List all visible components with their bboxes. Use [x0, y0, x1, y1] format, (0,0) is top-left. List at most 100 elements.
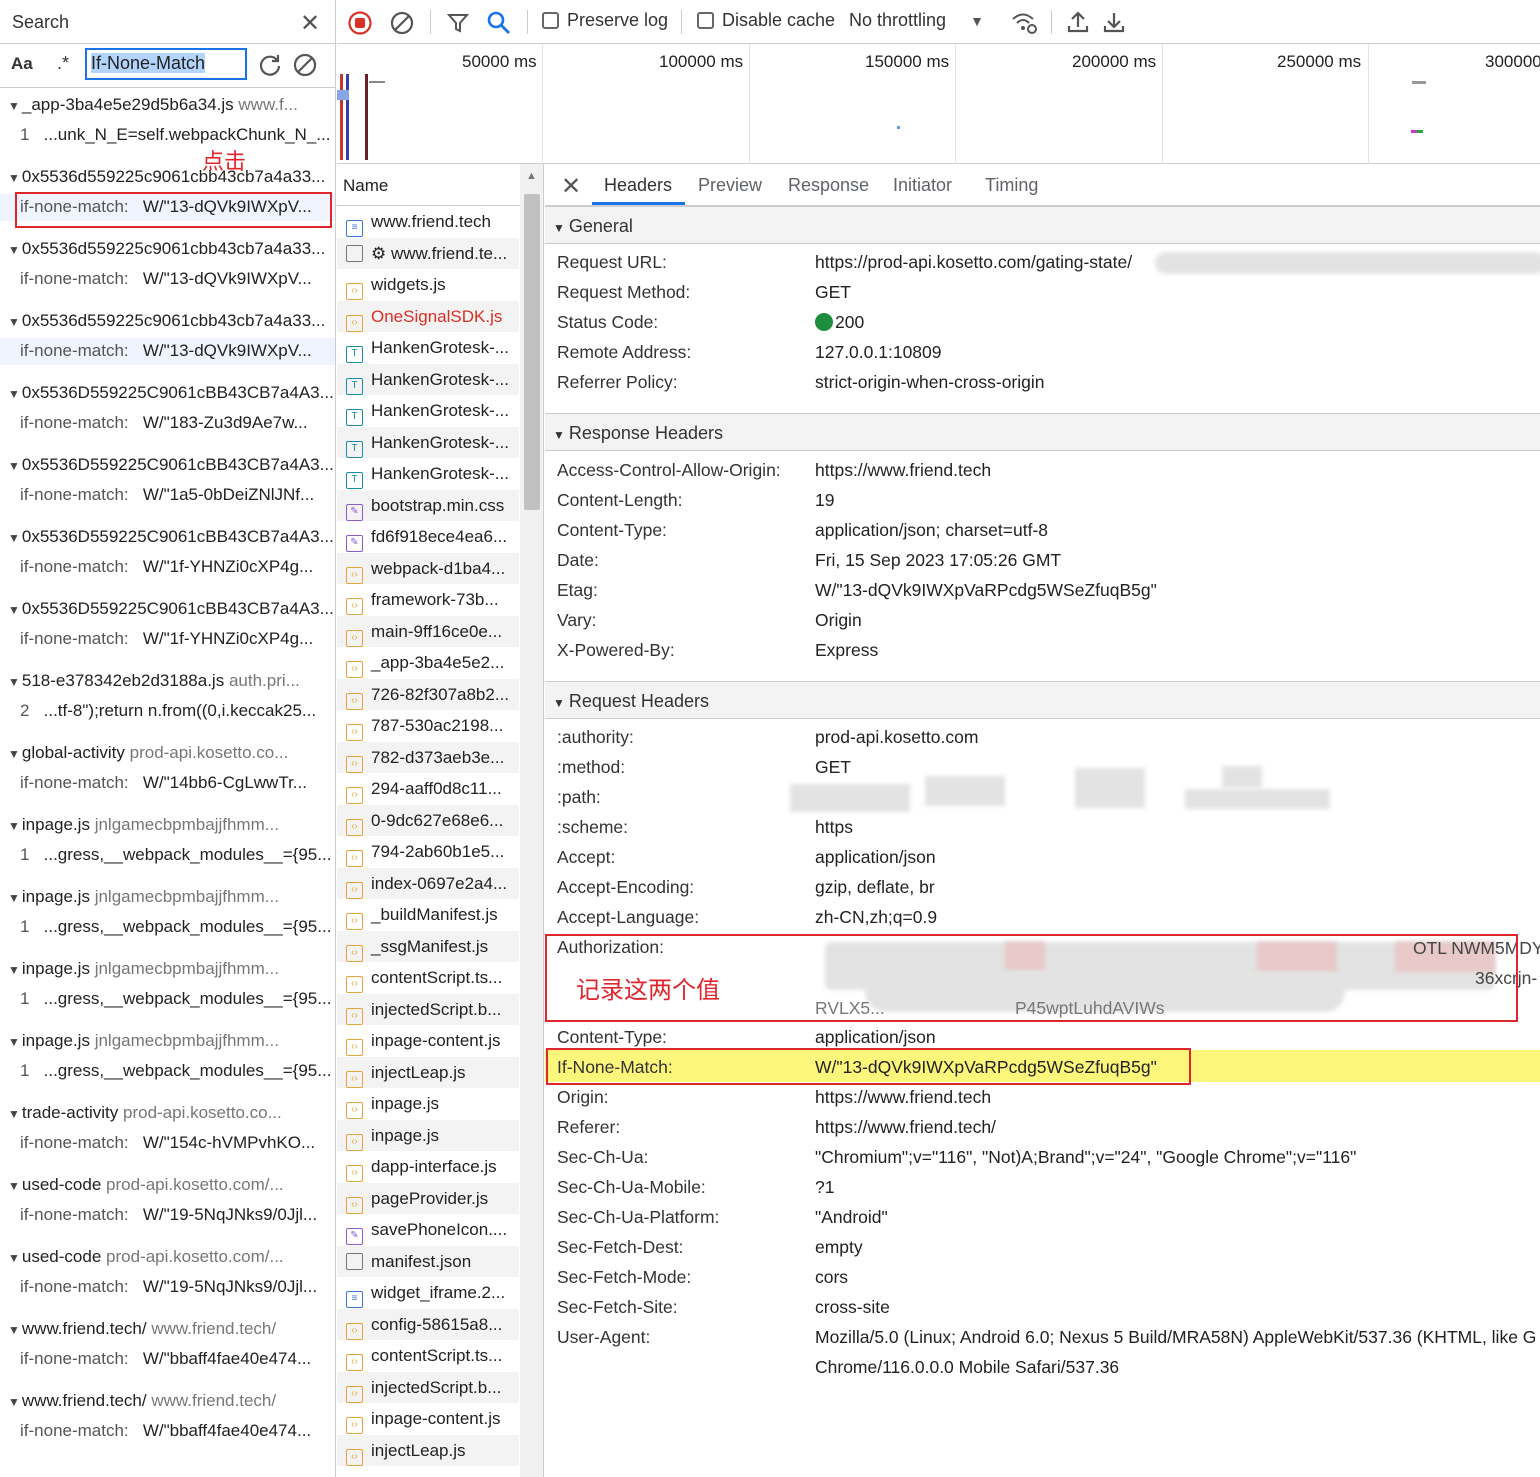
request-row[interactable]: T HankenGrotesk-... — [337, 395, 519, 427]
search-result-file[interactable]: ▼ _app-3ba4e5e29d5b6a34.js www.f... — [8, 95, 334, 115]
search-result-file[interactable]: ▼ inpage.js jnlgamecbpmbajjfhmm... — [8, 1031, 334, 1051]
request-row[interactable]: ‹› webpack-d1ba4... — [337, 552, 519, 584]
refresh-icon[interactable] — [257, 52, 283, 83]
request-row[interactable]: ‹› config-58615a8... — [337, 1308, 519, 1340]
header-value[interactable]: W/"13-dQVk9IWXpVaRPcdg5WSeZfuqB5g" — [815, 580, 1157, 601]
header-value[interactable]: https://www.friend.tech/ — [815, 1117, 996, 1138]
network-conditions-icon[interactable] — [1010, 10, 1038, 41]
request-row[interactable]: ‹› contentScript.ts... — [337, 962, 519, 994]
header-value[interactable]: https — [815, 817, 853, 838]
search-result-file[interactable]: ▼ inpage.js jnlgamecbpmbajjfhmm... — [8, 959, 334, 979]
import-har-icon[interactable] — [1066, 9, 1090, 40]
header-value[interactable]: ?1 — [815, 1177, 834, 1198]
request-row[interactable]: ‹› inpage-content.js — [337, 1025, 519, 1057]
search-result-file[interactable]: ▼ 0x5536D559225C9061cBB43CB7a4A3... — [8, 599, 334, 619]
header-value[interactable]: application/json — [815, 1027, 936, 1048]
header-value[interactable]: gzip, deflate, br — [815, 877, 935, 898]
search-result-file[interactable]: ▼ inpage.js jnlgamecbpmbajjfhmm... — [8, 815, 334, 835]
search-result-file[interactable]: ▼ 0x5536D559225C9061cBB43CB7a4A3... — [8, 527, 334, 547]
request-row[interactable]: ‹› _app-3ba4e5e2... — [337, 647, 519, 679]
header-value[interactable]: "Chromium";v="116", "Not)A;Brand";v="24"… — [815, 1147, 1356, 1168]
preserve-log-checkbox[interactable]: Preserve log — [542, 10, 668, 31]
response-headers-section-header[interactable]: ▼ Response Headers — [545, 413, 1540, 451]
scroll-up-icon[interactable]: ▲ — [526, 170, 537, 182]
clear-log-icon[interactable] — [389, 10, 415, 41]
request-row[interactable]: ‹› framework-73b... — [337, 584, 519, 616]
search-result-file[interactable]: ▼ inpage.js jnlgamecbpmbajjfhmm... — [8, 887, 334, 907]
request-row[interactable]: ‹› main-9ff16ce0e... — [337, 615, 519, 647]
header-value[interactable]: Mozilla/5.0 (Linux; Android 6.0; Nexus 5… — [815, 1327, 1536, 1348]
search-result-line[interactable]: if-none-match: W/"19-5NqJNks9/0Jjl... — [0, 1202, 335, 1229]
request-row[interactable]: ✎ fd6f918ece4ea6... — [337, 521, 519, 553]
request-row[interactable]: ‹› injectLeap.js — [337, 1056, 519, 1088]
request-row[interactable]: ‹› 794-2ab60b1e5... — [337, 836, 519, 868]
request-row[interactable]: T HankenGrotesk-... — [337, 363, 519, 395]
search-input[interactable]: If-None-Match — [85, 48, 247, 80]
request-row[interactable]: ⚙ www.friend.te... — [337, 237, 519, 269]
search-result-line[interactable]: if-none-match: W/"154c-hVMPvhKO... — [0, 1130, 335, 1157]
request-row[interactable]: ‹› pageProvider.js — [337, 1182, 519, 1214]
search-result-line[interactable]: 1 ...gress,__webpack_modules__={95... — [0, 1058, 335, 1085]
search-result-file[interactable]: ▼ 0x5536D559225C9061cBB43CB7a4A3... — [8, 383, 334, 403]
search-result-file[interactable]: ▼ trade-activity prod-api.kosetto.co... — [8, 1103, 334, 1123]
request-row[interactable]: ‹› inpage-content.js — [337, 1403, 519, 1435]
request-row[interactable]: ‹› widgets.js — [337, 269, 519, 301]
request-row[interactable]: ≡ widget_iframe.2... — [337, 1277, 519, 1309]
header-value[interactable]: cors — [815, 1267, 848, 1288]
search-result-line[interactable]: if-none-match: W/"13-dQVk9IWXpV... — [0, 266, 335, 293]
search-result-file[interactable]: ▼ 0x5536d559225c9061cbb43cb7a4a33... — [8, 239, 334, 259]
header-value[interactable]: 19 — [815, 490, 834, 511]
header-value[interactable]: https://www.friend.tech — [815, 1087, 991, 1108]
search-result-file[interactable]: ▼ global-activity prod-api.kosetto.co... — [8, 743, 334, 763]
search-result-file[interactable]: ▼ used-code prod-api.kosetto.com/... — [8, 1247, 334, 1267]
search-icon[interactable] — [485, 9, 513, 42]
header-value[interactable]: 127.0.0.1:10809 — [815, 342, 942, 363]
search-result-line[interactable]: if-none-match: W/"bbaff4fae40e474... — [0, 1346, 335, 1373]
search-result-line[interactable]: if-none-match: W/"13-dQVk9IWXpV... — [0, 338, 335, 365]
header-value[interactable]: Fri, 15 Sep 2023 17:05:26 GMT — [815, 550, 1061, 571]
request-row[interactable]: ‹› 294-aaff0d8c11... — [337, 773, 519, 805]
name-column-header[interactable]: Name — [337, 164, 520, 206]
request-row[interactable]: ≡ www.friend.tech — [337, 206, 519, 238]
header-value[interactable]: 200 — [815, 312, 864, 333]
request-row[interactable]: ‹› OneSignalSDK.js — [337, 300, 519, 332]
header-value[interactable]: "Android" — [815, 1207, 888, 1228]
search-result-file[interactable]: ▼ used-code prod-api.kosetto.com/... — [8, 1175, 334, 1195]
header-value[interactable]: prod-api.kosetto.com — [815, 727, 978, 748]
search-result-file[interactable]: ▼ 0x5536D559225C9061cBB43CB7a4A3... — [8, 455, 334, 475]
record-stop-icon[interactable] — [347, 10, 373, 41]
search-result-line[interactable]: 1 ...gress,__webpack_modules__={95... — [0, 842, 335, 869]
timeline-overview[interactable]: 50000 ms 100000 ms 150000 ms 200000 ms 2… — [337, 44, 1540, 164]
close-details-icon[interactable]: ✕ — [561, 172, 581, 201]
request-row[interactable]: ‹› 782-d373aeb3e... — [337, 741, 519, 773]
header-value[interactable]: GET — [815, 757, 851, 778]
header-value[interactable]: zh-CN,zh;q=0.9 — [815, 907, 937, 928]
search-result-line[interactable]: if-none-match: W/"1a5-0bDeiZNlJNf... — [0, 482, 335, 509]
tab-preview[interactable]: Preview — [698, 175, 762, 196]
request-row[interactable]: ‹› _buildManifest.js — [337, 899, 519, 931]
request-row[interactable]: ‹› contentScript.ts... — [337, 1340, 519, 1372]
search-result-line[interactable]: if-none-match: W/"14bb6-CgLwwTr... — [0, 770, 335, 797]
request-list-scrollbar[interactable]: ▲ — [520, 164, 543, 1477]
header-value[interactable]: cross-site — [815, 1297, 890, 1318]
header-value[interactable]: https://prod-api.kosetto.com/gating-stat… — [815, 252, 1132, 273]
search-result-file[interactable]: ▼ www.friend.tech/ www.friend.tech/ — [8, 1319, 334, 1339]
clear-icon[interactable] — [292, 52, 318, 83]
request-row[interactable]: ‹› injectLeap.js — [337, 1434, 519, 1466]
search-result-file[interactable]: ▼ 518-e378342eb2d3188a.js auth.pri... — [8, 671, 334, 691]
request-row[interactable]: ‹› 726-82f307a8b2... — [337, 678, 519, 710]
search-result-line[interactable]: 1 ...gress,__webpack_modules__={95... — [0, 914, 335, 941]
search-result-line[interactable]: 1 ...unk_N_E=self.webpackChunk_N_... — [0, 122, 335, 149]
request-row[interactable]: manifest.json — [337, 1245, 519, 1277]
search-result-file[interactable]: ▼ www.friend.tech/ www.friend.tech/ — [8, 1391, 334, 1411]
search-result-file[interactable]: ▼ 0x5536d559225c9061cbb43cb7a4a33... — [8, 311, 334, 331]
tab-initiator[interactable]: Initiator — [893, 175, 952, 196]
tab-timing[interactable]: Timing — [985, 175, 1038, 196]
header-value[interactable]: empty — [815, 1237, 863, 1258]
search-result-line[interactable]: 2 ...tf-8");return n.from((0,i.keccak25.… — [0, 698, 335, 725]
header-value[interactable]: application/json — [815, 847, 936, 868]
header-value[interactable]: Express — [815, 640, 878, 661]
filter-icon[interactable] — [445, 10, 471, 41]
request-row[interactable]: ‹› injectedScript.b... — [337, 993, 519, 1025]
request-headers-section-header[interactable]: ▼ Request Headers — [545, 681, 1540, 719]
